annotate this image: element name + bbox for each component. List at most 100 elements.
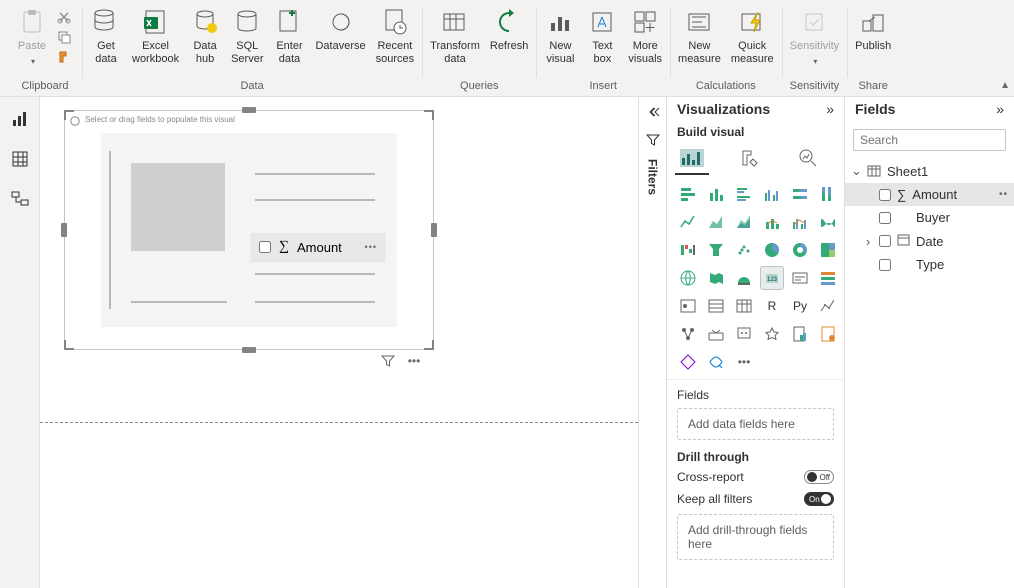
collapse-icon[interactable]: ⌄ [851, 163, 861, 179]
matrix-visual[interactable]: R [761, 295, 783, 317]
data-hub-button[interactable]: Data hub [185, 2, 225, 72]
build-visual-tab[interactable] [677, 145, 707, 171]
filter-icon[interactable] [380, 353, 396, 369]
report-canvas[interactable]: Select or drag fields to populate this v… [40, 97, 638, 588]
format-visual-tab[interactable] [735, 145, 765, 171]
kpi-visual[interactable] [677, 295, 699, 317]
field-checkbox[interactable] [879, 189, 891, 201]
more-options-icon[interactable]: ••• [406, 353, 422, 369]
model-view-button[interactable] [8, 187, 32, 211]
collapse-fields-button[interactable]: » [996, 101, 1004, 117]
report-view-button[interactable] [8, 107, 32, 131]
recent-sources-button[interactable]: Recent sources [372, 2, 419, 72]
publish-button[interactable]: Publish [851, 2, 895, 72]
donut-chart[interactable] [789, 239, 811, 261]
refresh-button[interactable]: Refresh [486, 2, 533, 72]
drag-field-indicator[interactable]: ∑ Amount ••• [251, 233, 385, 261]
stacked-bar-chart[interactable] [677, 183, 699, 205]
key-influencers-visual[interactable] [677, 323, 699, 345]
ellipsis-more-visuals[interactable]: ••• [733, 351, 755, 373]
keep-filters-toggle[interactable]: On [804, 492, 834, 506]
info-icon [69, 115, 81, 127]
field-amount[interactable]: ∑Amount•• [845, 183, 1014, 206]
analytics-tab[interactable] [793, 145, 823, 171]
fields-tree: ⌄ Sheet1 ∑Amount••Buyer›DateType [845, 157, 1014, 278]
smart-narrative-visual[interactable] [761, 323, 783, 345]
more-visuals-button[interactable]: More visuals [624, 2, 666, 72]
clustered-bar-chart[interactable] [733, 183, 755, 205]
line-clustered-column-chart[interactable] [789, 211, 811, 233]
python-visual[interactable] [817, 295, 839, 317]
fields-well[interactable]: Add data fields here [677, 408, 834, 440]
azure-map-chart[interactable] [733, 267, 755, 289]
get-data-button[interactable]: Get data [86, 2, 126, 72]
search-input[interactable] [860, 133, 1014, 147]
power-apps-visual[interactable] [817, 323, 839, 345]
field-type[interactable]: Type [845, 253, 1014, 276]
expand-icon[interactable]: › [863, 234, 873, 249]
sql-server-button[interactable]: SQL Server [227, 2, 267, 72]
table-visual[interactable] [733, 295, 755, 317]
area-chart[interactable] [705, 211, 727, 233]
fields-pane: Fields » ⌄ Sheet1 ∑Amount••Buyer›DateTyp… [844, 97, 1014, 588]
map-chart[interactable] [677, 267, 699, 289]
funnel-chart[interactable] [705, 239, 727, 261]
filled-map-chart[interactable] [705, 267, 727, 289]
power-automate-visual[interactable] [677, 351, 699, 373]
data-hub-icon [189, 6, 221, 38]
cut-button[interactable] [54, 8, 74, 26]
stacked-area-chart[interactable] [733, 211, 755, 233]
get-more-visuals[interactable] [705, 351, 727, 373]
qa-visual[interactable] [733, 323, 755, 345]
line-chart[interactable] [677, 211, 699, 233]
expand-filters-button[interactable] [644, 103, 662, 121]
drag-field-checkbox[interactable] [259, 241, 271, 253]
pie-chart[interactable] [761, 239, 783, 261]
data-view-button[interactable] [8, 147, 32, 171]
format-painter-button[interactable] [54, 48, 74, 66]
card-visual[interactable] [789, 267, 811, 289]
drill-through-well[interactable]: Add drill-through fields here [677, 514, 834, 560]
clustered-column-chart[interactable] [761, 183, 783, 205]
excel-workbook-button[interactable]: Excel workbook [128, 2, 183, 72]
more-icon[interactable]: ••• [365, 242, 377, 252]
dataverse-button[interactable]: Dataverse [311, 2, 369, 72]
more-icon[interactable]: •• [999, 189, 1008, 200]
text-box-button[interactable]: Text box [582, 2, 622, 72]
new-measure-button[interactable]: New measure [674, 2, 725, 72]
treemap-chart[interactable] [817, 239, 839, 261]
hundred-stacked-bar-chart[interactable] [789, 183, 811, 205]
ribbon-collapse-button[interactable]: ▲ [1000, 80, 1010, 91]
slicer-visual[interactable] [705, 295, 727, 317]
multi-row-card-visual[interactable] [817, 267, 839, 289]
scatter-chart[interactable] [733, 239, 755, 261]
field-date[interactable]: ›Date [845, 229, 1014, 253]
paginated-report-visual[interactable] [789, 323, 811, 345]
fields-search[interactable] [853, 129, 1006, 151]
field-checkbox[interactable] [879, 235, 891, 247]
quick-measure-button[interactable]: Quick measure [727, 2, 778, 72]
transform-data-button[interactable]: Transform data [426, 2, 484, 72]
paste-label: Paste [18, 40, 46, 53]
field-checkbox[interactable] [879, 259, 891, 271]
ribbon-chart[interactable] [817, 211, 839, 233]
stacked-column-chart[interactable] [705, 183, 727, 205]
hundred-stacked-column-chart[interactable] [817, 183, 839, 205]
line-stacked-column-chart[interactable] [761, 211, 783, 233]
new-visual-button[interactable]: New visual [540, 2, 580, 72]
r-visual[interactable]: Py [789, 295, 811, 317]
waterfall-chart[interactable] [677, 239, 699, 261]
collapse-pane-button[interactable]: » [826, 101, 834, 117]
enter-data-button[interactable]: Enter data [269, 2, 309, 72]
sensitivity-button[interactable]: Sensitivity [786, 2, 844, 72]
visual-placeholder[interactable]: Select or drag fields to populate this v… [64, 110, 434, 350]
field-buyer[interactable]: Buyer [845, 206, 1014, 229]
decomposition-tree-visual[interactable] [705, 323, 727, 345]
table-node[interactable]: ⌄ Sheet1 [845, 159, 1014, 183]
field-checkbox[interactable] [879, 212, 891, 224]
database-icon [90, 6, 122, 38]
paste-button[interactable]: Paste [12, 2, 52, 72]
copy-button[interactable] [54, 28, 74, 46]
cross-report-toggle[interactable]: Off [804, 470, 834, 484]
gauge-chart[interactable]: 123 [761, 267, 783, 289]
